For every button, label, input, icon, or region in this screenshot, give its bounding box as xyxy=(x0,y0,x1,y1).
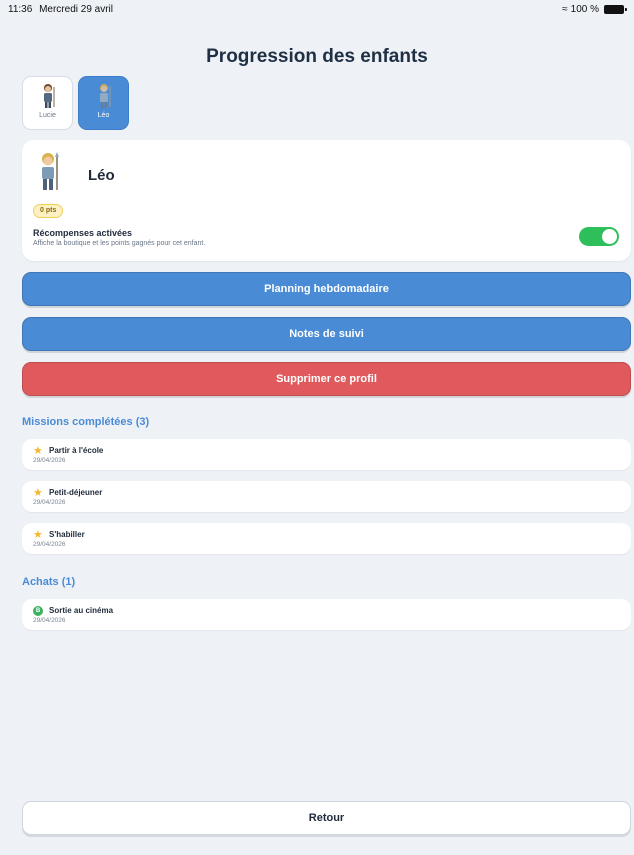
child-tab-leo[interactable]: Léo xyxy=(78,76,129,130)
list-item: ★ S'habiller 29/04/2026 xyxy=(22,523,631,554)
mission-label: Petit-déjeuner xyxy=(49,488,103,497)
missions-section-title: Missions complétées (3) xyxy=(22,416,150,428)
profile-name: Léo xyxy=(88,167,115,184)
star-icon: ★ xyxy=(33,487,43,499)
purchase-date: 29/04/2026 xyxy=(33,617,66,624)
avatar xyxy=(42,152,59,190)
mission-label: S'habiller xyxy=(49,530,85,539)
star-icon: ★ xyxy=(33,445,43,457)
mission-date: 29/04/2026 xyxy=(33,541,66,548)
rewards-toggle[interactable] xyxy=(579,227,619,246)
mission-date: 29/04/2026 xyxy=(33,457,66,464)
list-item: ★ Petit-déjeuner 29/04/2026 xyxy=(22,481,631,512)
status-bar: 11:36 Mercredi 29 avril ≈ 100 % xyxy=(0,0,634,20)
rewards-subtitle: Affiche la boutique et les points gagnés… xyxy=(33,240,206,247)
status-time: 11:36 Mercredi 29 avril xyxy=(8,4,113,15)
profile-card: Léo 0 pts Récompenses activées Affiche l… xyxy=(22,140,631,261)
back-button[interactable]: Retour xyxy=(22,801,631,835)
child-tab-label: Léo xyxy=(97,112,110,119)
mission-label: Partir à l'école xyxy=(49,446,104,455)
battery-icon xyxy=(604,5,627,14)
follow-notes-button[interactable]: Notes de suivi xyxy=(22,317,631,351)
weekly-planning-button[interactable]: Planning hebdomadaire xyxy=(22,272,631,306)
list-item: ★ Partir à l'école 29/04/2026 xyxy=(22,439,631,470)
child-selector: Lucie Léo xyxy=(22,76,129,130)
mission-date: 29/04/2026 xyxy=(33,499,66,506)
points-badge: 0 pts xyxy=(33,204,64,218)
purchases-section-title: Achats (1) xyxy=(22,576,76,588)
delete-profile-button[interactable]: Supprimer ce profil xyxy=(22,362,631,396)
star-icon: ★ xyxy=(33,529,43,541)
purchase-label: Sortie au cinéma xyxy=(49,606,114,615)
child-tab-lucie[interactable]: Lucie xyxy=(22,76,73,130)
battery-percent: 100 % xyxy=(570,4,599,15)
wifi-icon: ≈ xyxy=(562,4,568,15)
leo-avatar-icon xyxy=(99,84,110,108)
list-item: B Sortie au cinéma 29/04/2026 xyxy=(22,599,631,630)
status-right: ≈ 100 % xyxy=(562,4,627,15)
status-date-value: Mercredi 29 avril xyxy=(39,4,113,15)
lucie-avatar-icon xyxy=(43,84,54,108)
coin-icon: B xyxy=(33,606,43,616)
page-title: Progression des enfants xyxy=(206,46,428,67)
child-tab-label: Lucie xyxy=(39,112,56,119)
status-time-value: 11:36 xyxy=(8,4,33,15)
rewards-title: Récompenses activées xyxy=(33,228,133,238)
